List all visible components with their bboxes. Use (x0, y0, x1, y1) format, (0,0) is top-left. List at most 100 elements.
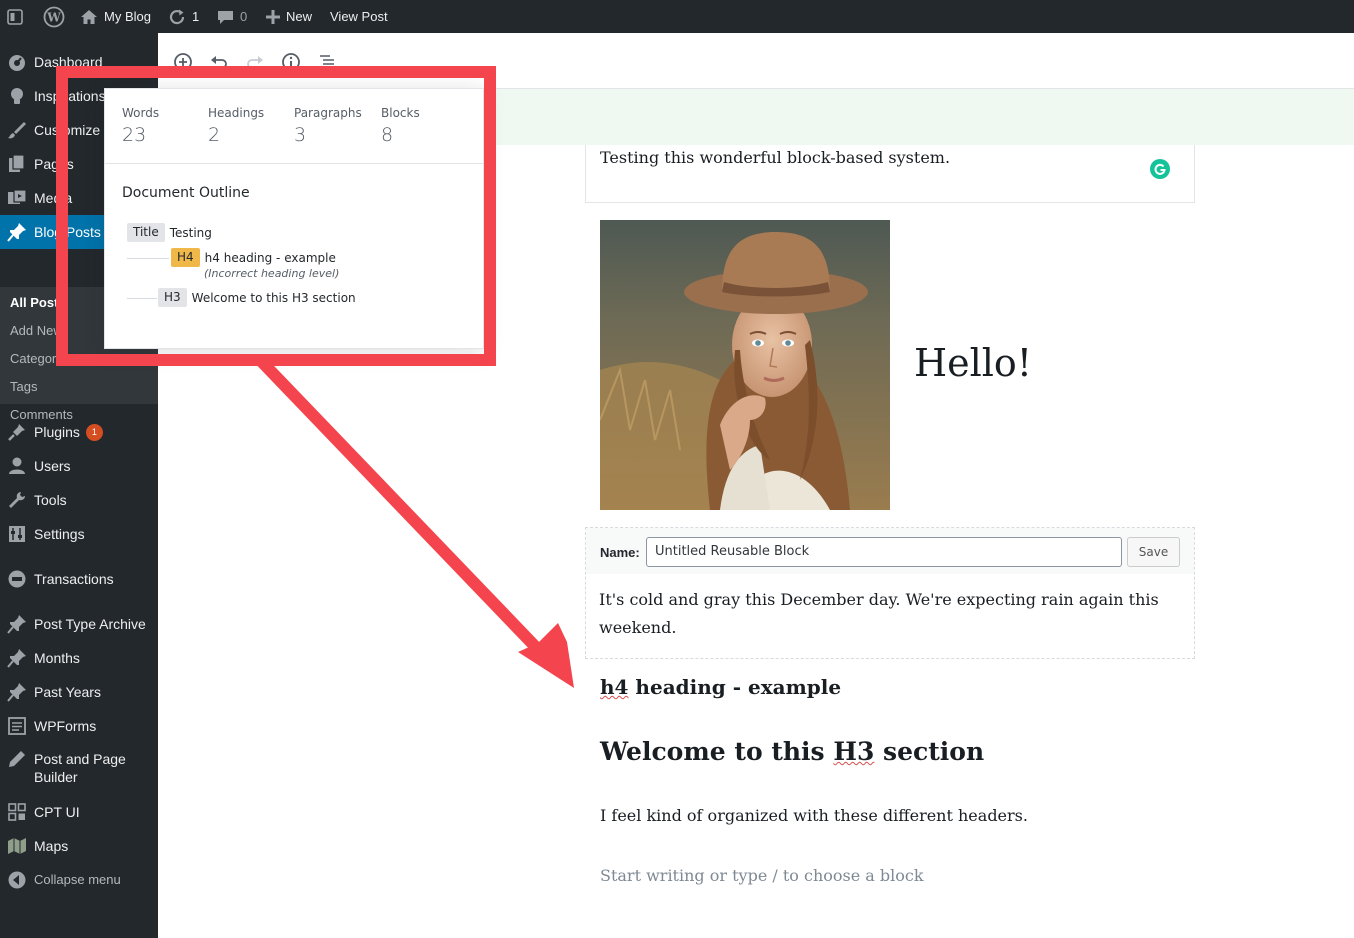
count-label: Headings (208, 106, 265, 120)
h3-pre: Welcome to this (600, 737, 834, 766)
sidebar-item-wpforms[interactable]: WPForms (0, 709, 158, 743)
outline-text: h4 heading - example (204, 250, 336, 265)
plus-icon (266, 9, 280, 24)
woman-in-hat-photo[interactable] (600, 220, 890, 510)
content-info-popover: Words 23 Headings 2 Paragraphs 3 Blocks … (104, 88, 484, 349)
circle-icon (7, 569, 27, 589)
collapse-menu-button[interactable]: Collapse menu (0, 863, 158, 897)
view-post-link[interactable]: View Post (330, 0, 388, 33)
count-label: Blocks (381, 106, 420, 120)
new-block-placeholder[interactable]: Start writing or type / to choose a bloc… (600, 866, 924, 885)
paragraphs-count: Paragraphs 3 (294, 106, 362, 146)
outline-item-h4[interactable]: H4 h4 heading - example (171, 248, 336, 267)
grid-icon (7, 802, 27, 822)
h4-heading-block[interactable]: h4 heading - example (600, 675, 841, 699)
user-icon (7, 456, 27, 476)
submenu-categories[interactable]: Categories (10, 351, 73, 366)
count-value: 8 (381, 124, 394, 146)
site-name-link[interactable]: My Blog (80, 0, 151, 33)
sidebar-item-label: Post Type Archive (34, 616, 146, 632)
sidebar-item-label: Blog Posts (34, 224, 101, 240)
outline-item-title[interactable]: Title Testing (127, 223, 212, 242)
blocks-count: Blocks 8 (381, 106, 420, 146)
hello-text[interactable]: Hello! (914, 341, 1032, 385)
reusable-save-button[interactable]: Save (1127, 537, 1180, 567)
sidebar-item-months[interactable]: Months (0, 641, 158, 675)
outline-item-h3[interactable]: H3 Welcome to this H3 section (158, 288, 356, 307)
updates-count: 1 (192, 9, 200, 24)
submenu-add-new[interactable]: Add New (10, 323, 63, 338)
sidebar-item-maps[interactable]: Maps (0, 829, 158, 863)
plugins-label: Plugins (34, 423, 80, 440)
sidebar-item-plugins[interactable]: Plugins 1 (0, 415, 158, 449)
h3-heading-block[interactable]: Welcome to this H3 section (600, 737, 984, 766)
outline-text: Testing (169, 225, 212, 240)
paragraph-text[interactable]: Testing this wonderful block-based syste… (600, 148, 950, 167)
plugin-icon (7, 422, 27, 442)
pin-icon (7, 682, 27, 702)
sidebar-item-label: Customize (34, 122, 101, 138)
selected-paragraph-block[interactable]: Testing this wonderful block-based syste… (585, 145, 1195, 203)
sidebar-item-label: CPT UI (34, 804, 80, 820)
count-label: Words (122, 106, 160, 120)
settings-icon (7, 524, 27, 544)
toggle-panel-icon[interactable] (7, 0, 23, 33)
admin-bar: W My Blog 1 0 New View Post (0, 0, 1354, 33)
sidebar-item-settings[interactable]: Settings (0, 517, 158, 551)
sidebar-item-dashboard[interactable]: Dashboard (0, 45, 158, 79)
pin-icon (7, 222, 27, 242)
sidebar-item-tools[interactable]: Tools (0, 483, 158, 517)
undo-icon[interactable] (208, 51, 230, 73)
sidebar-item-label: Transactions (34, 571, 114, 587)
sidebar-item-label: Months (34, 650, 80, 666)
site-name-label: My Blog (104, 9, 151, 24)
sidebar-item-past-years[interactable]: Past Years (0, 675, 158, 709)
pin-icon (7, 614, 27, 634)
document-outline-title: Document Outline (122, 185, 250, 201)
block-navigation-icon[interactable] (316, 51, 338, 73)
plugins-update-badge: 1 (85, 424, 103, 442)
outline-warning-note: (Incorrect heading level) (204, 267, 340, 280)
reusable-block-header: Name: Untitled Reusable Block Save (586, 528, 1194, 574)
redo-icon[interactable] (244, 51, 266, 73)
reusable-block[interactable]: Name: Untitled Reusable Block Save It's … (585, 527, 1195, 659)
outline-connector (127, 258, 169, 259)
submenu-all-posts[interactable]: All Posts (10, 295, 66, 310)
sidebar-item-label: Inspirations (34, 88, 106, 104)
sidebar-item-label: Dashboard (34, 54, 103, 70)
sidebar-item-label: Settings (34, 526, 85, 542)
sidebar-item-users[interactable]: Users (0, 449, 158, 483)
comments-link[interactable]: 0 (217, 0, 247, 33)
home-icon (81, 9, 97, 24)
refresh-icon (169, 9, 185, 24)
new-content-link[interactable]: New (266, 0, 312, 33)
outline-tag: H3 (158, 288, 187, 307)
wordpress-logo-icon[interactable]: W (43, 0, 65, 33)
paragraph-block[interactable]: I feel kind of organized with these diff… (600, 806, 1028, 825)
h4-word: h4 (600, 675, 629, 699)
sidebar-item-label: Maps (34, 838, 69, 854)
reusable-paragraph-text[interactable]: It's cold and gray this December day. We… (599, 586, 1179, 642)
new-label: New (286, 9, 313, 24)
sidebar-item-post-and-page-builder[interactable]: Post and Page Builder (0, 743, 158, 795)
editor-toolbar (158, 33, 1354, 89)
media-icon (7, 188, 27, 208)
h4-rest: heading - example (628, 675, 842, 699)
updates-link[interactable]: 1 (168, 0, 199, 33)
lightbulb-icon (7, 86, 27, 106)
wrench-icon (7, 490, 27, 510)
sidebar-item-cpt-ui[interactable]: CPT UI (0, 795, 158, 829)
reusable-name-input[interactable]: Untitled Reusable Block (646, 537, 1122, 567)
headings-count: Headings 2 (208, 106, 264, 146)
map-icon (7, 836, 27, 856)
sidebar-item-transactions[interactable]: Transactions (0, 562, 158, 596)
sidebar-item-post-type-archive[interactable]: Post Type Archive (0, 607, 158, 641)
grammarly-icon[interactable] (1150, 159, 1170, 179)
add-block-icon[interactable] (172, 51, 194, 73)
info-icon[interactable] (280, 51, 302, 73)
count-value: 3 (294, 124, 307, 146)
form-icon (7, 716, 27, 736)
comment-bubble-icon (218, 10, 233, 24)
submenu-tags[interactable]: Tags (10, 379, 37, 394)
sidebar-item-label: Post and Page Builder (34, 751, 126, 785)
